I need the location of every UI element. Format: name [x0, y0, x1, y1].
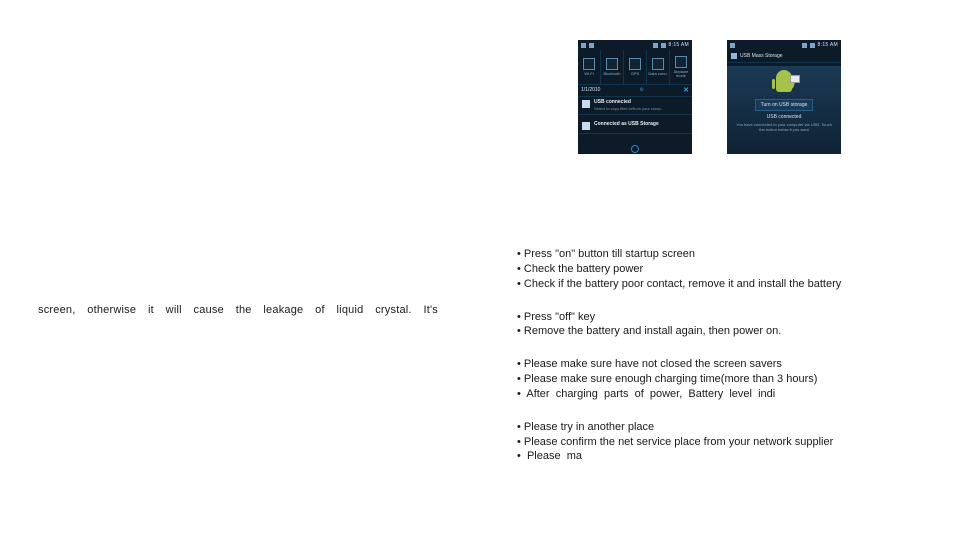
status-bar-right: 8:15 AM	[653, 42, 689, 48]
notification-date: 1/1/2010	[581, 87, 600, 93]
turn-on-usb-storage-button[interactable]: Turn on USB storage	[755, 99, 814, 111]
usb-connected-heading: USB connected	[767, 114, 802, 120]
android-robot-icon	[773, 70, 795, 96]
bluetooth-icon	[606, 58, 618, 70]
notification-title: USB connected	[594, 99, 665, 105]
notification-text: Connected as USB Storage	[594, 121, 659, 127]
troubleshooting-list: • Press "on" button till startup screen …	[517, 247, 937, 464]
bullet-item: • Press "on" button till startup screen	[517, 247, 937, 262]
screen-title: USB Mass Storage	[740, 53, 783, 59]
clock: 8:15 AM	[669, 42, 689, 48]
troubleshooting-group: • Please make sure have not closed the s…	[517, 357, 937, 402]
status-bar-left	[581, 43, 594, 48]
bullet-item: • Press "off" key	[517, 310, 937, 325]
toggle-label: Data conn.	[648, 72, 667, 76]
notification-subtitle: Select to copy files to/from your comp…	[594, 106, 665, 111]
notification-text: USB connected Select to copy files to/fr…	[594, 99, 665, 111]
screen-title-bar: USB Mass Storage	[727, 50, 841, 63]
status-bar: 8:15 AM	[727, 40, 841, 50]
usb-icon	[581, 43, 586, 48]
status-bar: 8:15 AM	[578, 40, 692, 50]
mount-icon	[589, 43, 594, 48]
quick-toggle-row: Wi-Fi Bluetooth GPS Data conn.	[578, 50, 692, 85]
troubleshooting-group: • Press "off" key • Remove the battery a…	[517, 310, 937, 340]
notification-title: Connected as USB Storage	[594, 121, 659, 127]
soft-key-bar	[578, 144, 692, 154]
airplane-icon	[675, 56, 687, 68]
screenshot-thumbnails: 8:15 AM Wi-Fi Bluetooth GPS	[578, 40, 841, 154]
bullet-item: • Please try in another place	[517, 420, 937, 435]
troubleshooting-group: • Press "on" button till startup screen …	[517, 247, 937, 292]
bullet-item: • Please make sure enough charging time(…	[517, 372, 937, 387]
left-paragraph: screen, otherwise it will cause the leak…	[38, 303, 438, 318]
battery-icon	[661, 43, 666, 48]
gps-icon	[629, 58, 641, 70]
toggle-data[interactable]: Data conn.	[647, 50, 670, 84]
home-icon[interactable]	[631, 145, 639, 153]
battery-icon	[810, 43, 815, 48]
bullet-item: • Check the battery power	[517, 262, 937, 277]
usb-storage-panel: Turn on USB storage USB connected You ha…	[727, 66, 841, 154]
toggle-label: Airplane mode	[670, 70, 692, 78]
signal-icon	[653, 43, 658, 48]
toggle-label: GPS	[631, 72, 639, 76]
bullet-item: • Please confirm the net service place f…	[517, 435, 937, 450]
status-bar-right: 8:15 AM	[802, 42, 838, 48]
notification-usb-storage[interactable]: Connected as USB Storage	[578, 118, 692, 134]
wifi-icon	[583, 58, 595, 70]
bullet-item: • Remove the battery and install again, …	[517, 324, 937, 339]
storage-icon	[582, 122, 590, 130]
notification-usb-connected[interactable]: USB connected Select to copy files to/fr…	[578, 96, 692, 115]
settings-icon[interactable]: ⚙	[640, 87, 644, 93]
usb-icon	[582, 100, 590, 108]
toggle-label: Wi-Fi	[584, 72, 593, 76]
bullet-item: • Please make sure have not closed the s…	[517, 357, 937, 372]
usb-connected-description: You have connected to your computer via …	[727, 123, 841, 133]
bullet-item: • Please ma	[517, 449, 937, 464]
signal-icon	[802, 43, 807, 48]
data-icon	[652, 58, 664, 70]
toggle-airplane[interactable]: Airplane mode	[670, 50, 692, 84]
clock: 8:15 AM	[818, 42, 838, 48]
toggle-bluetooth[interactable]: Bluetooth	[601, 50, 624, 84]
phone-screenshot-usb-storage: 8:15 AM USB Mass Storage Turn on US	[727, 40, 841, 154]
toggle-label: Bluetooth	[604, 72, 621, 76]
troubleshooting-group: • Please try in another place • Please c…	[517, 420, 937, 465]
bullet-item: • Check if the battery poor contact, rem…	[517, 277, 937, 292]
status-bar-left	[730, 43, 735, 48]
phone-screenshot-notification-panel: 8:15 AM Wi-Fi Bluetooth GPS	[578, 40, 692, 154]
clear-notifications-button[interactable]: ✕	[683, 86, 689, 94]
toggle-gps[interactable]: GPS	[624, 50, 647, 84]
page: screen, otherwise it will cause the leak…	[0, 0, 954, 546]
usb-icon	[730, 43, 735, 48]
usb-icon	[731, 53, 737, 59]
toggle-wifi[interactable]: Wi-Fi	[578, 50, 601, 84]
bullet-item: • After charging parts of power, Battery…	[517, 387, 937, 402]
